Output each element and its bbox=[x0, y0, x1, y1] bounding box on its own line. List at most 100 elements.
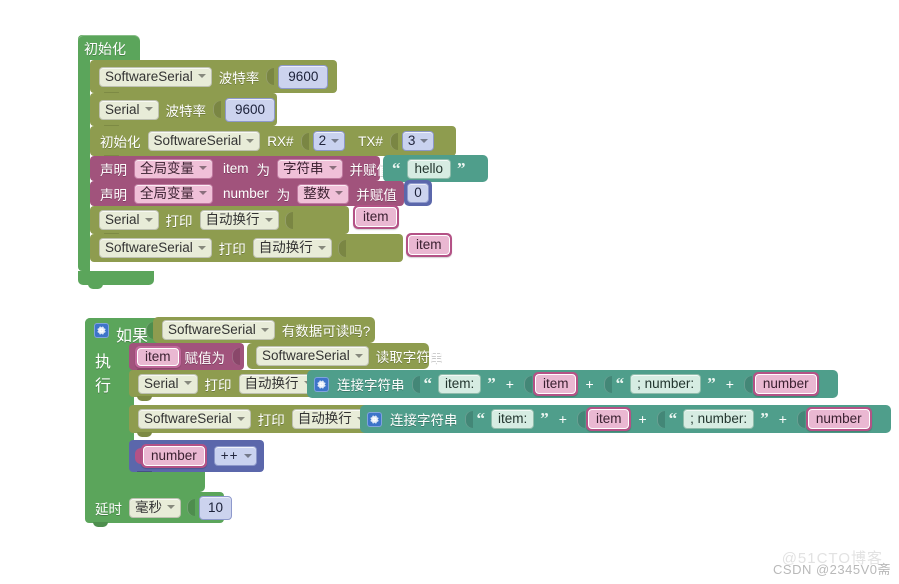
number-literal-zero[interactable]: 0 bbox=[404, 180, 432, 206]
value-socket bbox=[523, 375, 532, 393]
blocks-canvas[interactable]: 初始化 SoftwareSerial 波特率 9600 Serial 波特率 9… bbox=[0, 0, 899, 584]
row-set-item[interactable]: item 赋值为 bbox=[129, 343, 244, 374]
variable-getter-number[interactable]: number bbox=[752, 372, 819, 396]
port-dropdown-softwareserial[interactable]: SoftwareSerial bbox=[99, 238, 212, 258]
concat-block-softwareserial[interactable]: 连接字符串 “ item: ” + item + “ ; number: ” +… bbox=[360, 405, 891, 433]
baudrate-label: 波特率 bbox=[165, 103, 207, 119]
watermark-front: CSDN @2345V0斋 bbox=[773, 562, 891, 577]
delay-value[interactable]: 10 bbox=[199, 495, 233, 520]
variable-getter-item[interactable]: item bbox=[406, 233, 452, 257]
row-delay[interactable]: 延时 毫秒 10 bbox=[85, 492, 233, 527]
string-part-2[interactable]: ; number: bbox=[630, 374, 702, 394]
concat-label: 连接字符串 bbox=[390, 413, 458, 428]
concat-operator: + bbox=[778, 411, 787, 427]
variable-getter-item[interactable]: item bbox=[532, 372, 579, 396]
value-socket bbox=[464, 410, 473, 428]
type-dropdown[interactable]: 字符串 bbox=[277, 158, 343, 179]
set-label: 赋值为 bbox=[184, 350, 226, 366]
variable-getter-number[interactable]: number bbox=[141, 444, 207, 468]
declare-label: 声明 bbox=[100, 162, 127, 178]
variable-name: item bbox=[587, 409, 630, 429]
string-part-1[interactable]: item: bbox=[438, 374, 482, 394]
gear-icon[interactable] bbox=[314, 376, 329, 392]
variable-name[interactable]: number bbox=[216, 186, 273, 201]
gear-icon[interactable] bbox=[367, 411, 382, 427]
as-label: 为 bbox=[276, 187, 291, 203]
chevron-down-icon bbox=[246, 138, 255, 143]
variable-name: number bbox=[754, 374, 817, 394]
value-softwareserial-readstring[interactable]: SoftwareSerial 读取字符串 bbox=[247, 343, 443, 369]
variable-name[interactable]: item bbox=[216, 161, 253, 176]
condition-text: 有数据可读吗? bbox=[281, 324, 371, 339]
port-dropdown-serial[interactable]: Serial bbox=[99, 99, 159, 120]
print-label: 打印 bbox=[204, 377, 232, 393]
concat-operator: + bbox=[558, 411, 567, 427]
concat-block-serial[interactable]: 连接字符串 “ item: ” + item + “ ; number: ” +… bbox=[307, 370, 838, 398]
row-declare-item[interactable]: 声明 全局变量 item 为 字符串 并赋值 bbox=[90, 156, 406, 181]
port-dropdown-serial[interactable]: Serial bbox=[99, 210, 159, 230]
value-socket bbox=[656, 410, 665, 428]
newline-mode-dropdown[interactable]: 自动换行 bbox=[291, 409, 371, 429]
assign-label: 并赋值 bbox=[356, 187, 397, 203]
chevron-down-icon bbox=[144, 217, 153, 222]
concat-operator: + bbox=[505, 376, 514, 392]
string-literal-hello[interactable]: “ hello ” bbox=[383, 155, 488, 182]
rx-label: RX# bbox=[267, 133, 294, 149]
string-value[interactable]: hello bbox=[406, 158, 452, 179]
newline-mode-dropdown[interactable]: 自动换行 bbox=[238, 373, 318, 394]
type-dropdown[interactable]: 整数 bbox=[297, 183, 350, 204]
scope-dropdown[interactable]: 全局变量 bbox=[134, 158, 213, 179]
print-label: 打印 bbox=[165, 214, 193, 229]
variable-getter-item[interactable]: item bbox=[353, 205, 399, 229]
chevron-down-icon bbox=[243, 453, 252, 458]
variable-getter-item[interactable]: item bbox=[585, 407, 632, 431]
chevron-down-icon bbox=[199, 191, 207, 195]
port-dropdown-softwareserial[interactable]: SoftwareSerial bbox=[99, 66, 212, 87]
variable-name: number bbox=[807, 409, 870, 429]
row-declare-number[interactable]: 声明 全局变量 number 为 整数 并赋值 bbox=[90, 181, 412, 206]
tx-pin-dropdown[interactable]: 3 bbox=[401, 131, 435, 151]
increment-operator-dropdown[interactable]: ++ bbox=[213, 446, 257, 466]
port-dropdown-softwareserial[interactable]: SoftwareSerial bbox=[138, 409, 251, 429]
row-serial-print-item[interactable]: Serial 打印 自动换行 bbox=[90, 206, 349, 238]
variable-getter-item[interactable]: item bbox=[135, 345, 181, 368]
port-dropdown-serial[interactable]: Serial bbox=[138, 373, 198, 394]
number-value[interactable]: 0 bbox=[407, 183, 429, 203]
quote-open: “ bbox=[423, 374, 433, 393]
init-prefix-label: 初始化 bbox=[100, 135, 141, 150]
baudrate-value[interactable]: 9600 bbox=[225, 97, 276, 122]
quote-open: “ bbox=[668, 409, 678, 428]
port-dropdown-softwareserial[interactable]: SoftwareSerial bbox=[147, 131, 261, 151]
port-dropdown-softwareserial[interactable]: SoftwareSerial bbox=[256, 346, 369, 366]
delay-unit-dropdown[interactable]: 毫秒 bbox=[129, 497, 181, 518]
row-number-increment[interactable]: number ++ bbox=[129, 440, 264, 476]
row-softwareserial-print-item[interactable]: SoftwareSerial 打印 自动换行 bbox=[90, 234, 403, 262]
row-softwareserial-baudrate[interactable]: SoftwareSerial 波特率 9600 bbox=[90, 60, 337, 97]
chevron-down-icon bbox=[236, 416, 245, 421]
value-socket bbox=[337, 239, 346, 257]
string-part-2[interactable]: ; number: bbox=[683, 409, 755, 429]
condition-softwareserial-available[interactable]: SoftwareSerial 有数据可读吗? bbox=[153, 317, 375, 343]
chevron-down-icon bbox=[420, 138, 429, 143]
scope-dropdown[interactable]: 全局变量 bbox=[134, 183, 213, 204]
variable-getter-number[interactable]: number bbox=[805, 407, 872, 431]
port-dropdown-softwareserial[interactable]: SoftwareSerial bbox=[162, 320, 275, 340]
string-part-1[interactable]: item: bbox=[491, 409, 535, 429]
newline-mode-dropdown[interactable]: 自动换行 bbox=[199, 210, 279, 230]
gear-icon[interactable] bbox=[94, 323, 109, 338]
newline-mode-dropdown[interactable]: 自动换行 bbox=[252, 238, 332, 258]
row-serial-baudrate[interactable]: Serial 波特率 9600 bbox=[90, 93, 277, 130]
variable-name: item bbox=[137, 347, 179, 366]
setup-hat-label: 初始化 bbox=[84, 41, 126, 57]
value-socket bbox=[284, 211, 293, 229]
row-softwareserial-init[interactable]: 初始化 SoftwareSerial RX# 2 TX# 3 bbox=[90, 126, 456, 160]
rx-pin-dropdown[interactable]: 2 bbox=[312, 131, 346, 151]
declare-label: 声明 bbox=[100, 187, 127, 203]
setup-hat[interactable]: 初始化 bbox=[78, 35, 140, 60]
baudrate-value[interactable]: 9600 bbox=[278, 64, 329, 89]
as-label: 为 bbox=[256, 162, 271, 178]
quote-open: “ bbox=[615, 374, 625, 393]
baudrate-label: 波特率 bbox=[218, 70, 260, 86]
variable-name: number bbox=[143, 446, 205, 466]
chevron-down-icon bbox=[197, 74, 206, 78]
